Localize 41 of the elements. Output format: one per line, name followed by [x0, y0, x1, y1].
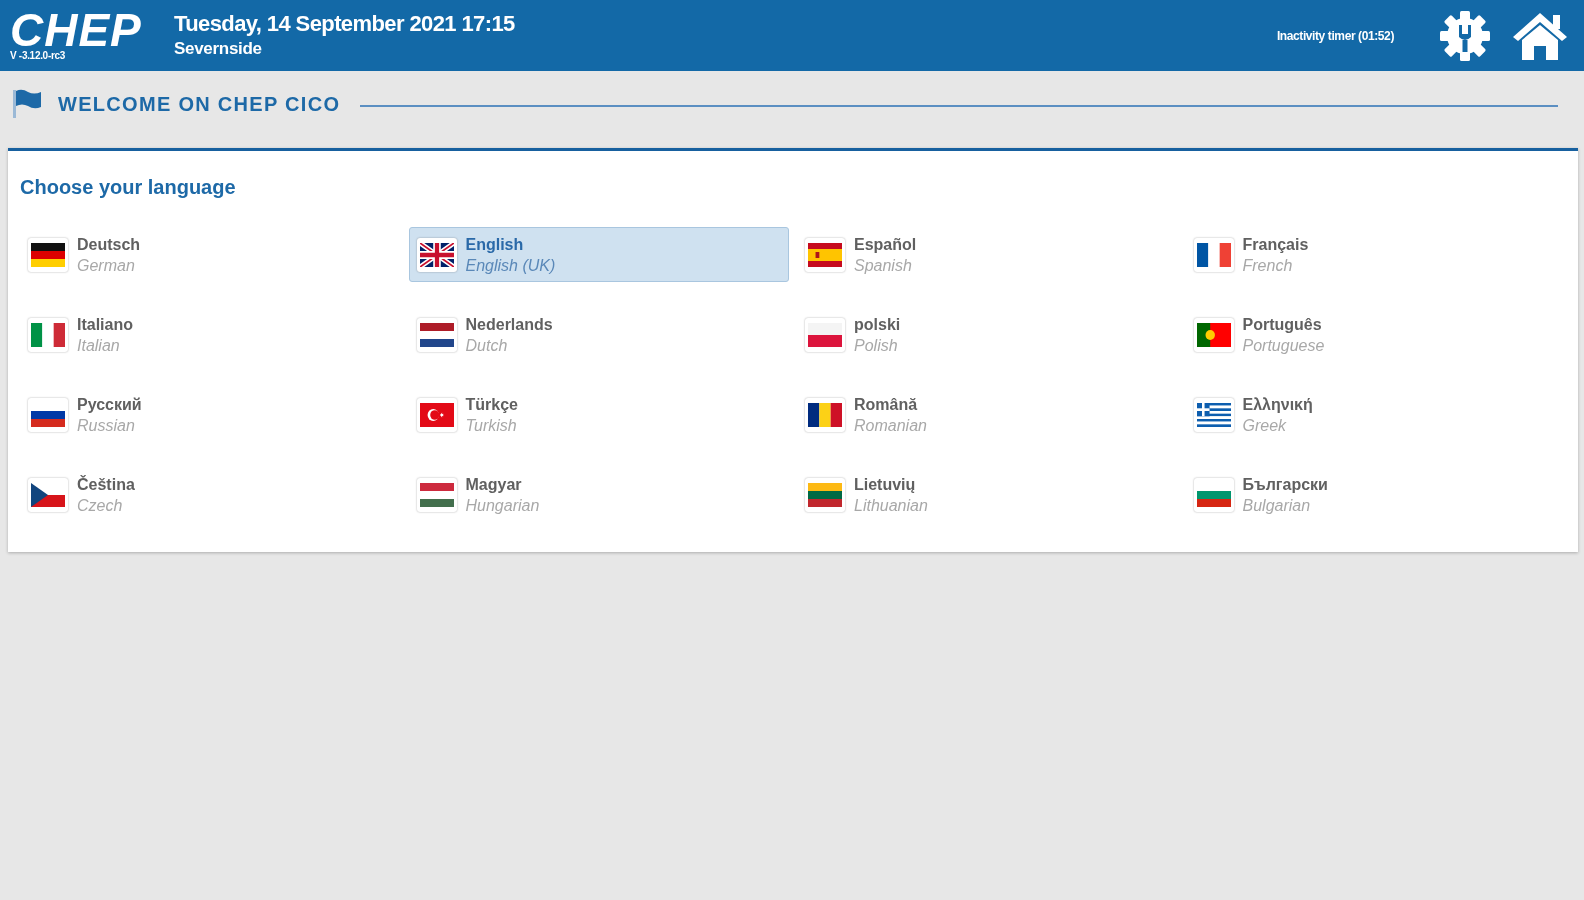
- language-option[interactable]: Français French: [1185, 227, 1566, 282]
- language-option[interactable]: Deutsch German: [20, 227, 401, 282]
- version-label: V -3.12.0-rc3: [10, 50, 67, 62]
- union-jack-flag-icon: [416, 237, 457, 272]
- hungarian-flag-icon: [416, 477, 457, 512]
- language-option[interactable]: Español Spanish: [797, 227, 1178, 282]
- language-option[interactable]: Lietuvių Lithuanian: [797, 467, 1178, 522]
- language-option[interactable]: Português Portuguese: [1185, 307, 1566, 362]
- turkish-flag-icon: [416, 397, 457, 432]
- german-flag-icon: [28, 237, 68, 272]
- bulgarian-flag-icon: [1193, 477, 1234, 512]
- inactivity-timer: Inactivity timer (01:52): [1276, 28, 1394, 43]
- romanian-flag-icon: [805, 397, 845, 432]
- flag-icon: [12, 89, 42, 119]
- language-option[interactable]: Türkçe Turkish: [408, 387, 789, 442]
- spanish-flag-icon: [805, 237, 845, 272]
- czech-flag-icon: [28, 477, 68, 512]
- french-flag-icon: [1193, 237, 1234, 272]
- logo: CHEP: [10, 11, 143, 49]
- polish-flag-icon: [805, 317, 845, 352]
- italian-flag-icon: [28, 317, 68, 352]
- portuguese-flag-icon: [1193, 317, 1234, 352]
- language-option[interactable]: polski Polish: [797, 307, 1178, 362]
- language-option[interactable]: Български Bulgarian: [1185, 467, 1566, 522]
- language-option[interactable]: Italiano Italian: [20, 307, 401, 362]
- section-title: WELCOME ON CHEP CICO: [58, 92, 341, 116]
- settings-icon[interactable]: [1438, 9, 1492, 62]
- language-option[interactable]: Nederlands Dutch: [408, 307, 789, 362]
- dutch-flag-icon: [416, 317, 457, 352]
- date-time: Tuesday, 14 September 2021 17:15: [174, 9, 515, 38]
- site-name: Severnside: [174, 37, 263, 60]
- russian-flag-icon: [28, 397, 68, 432]
- language-option[interactable]: Română Romanian: [797, 387, 1178, 442]
- language-option[interactable]: Русский Russian: [20, 387, 401, 442]
- language-option[interactable]: Ελληνική Greek: [1185, 387, 1566, 442]
- language-option[interactable]: Magyar Hungarian: [408, 467, 789, 522]
- language-option[interactable]: Čeština Czech: [20, 467, 401, 522]
- panel-title: Choose your language: [20, 175, 236, 199]
- language-option[interactable]: English English (UK): [408, 227, 789, 282]
- greek-flag-icon: [1193, 397, 1234, 432]
- lithuanian-flag-icon: [805, 477, 845, 512]
